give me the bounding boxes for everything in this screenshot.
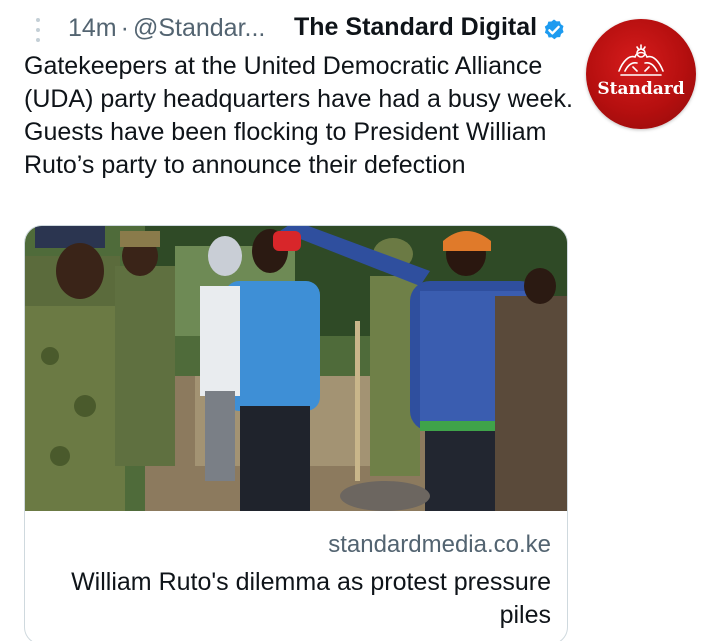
tweet-meta: 14m · @Standar...: [68, 14, 265, 43]
link-card[interactable]: standardmedia.co.ke William Ruto's dilem…: [24, 225, 568, 641]
tweet-text: Gatekeepers at the United Democratic All…: [24, 52, 573, 179]
meta-separator: ·: [120, 14, 129, 42]
card-domain: standardmedia.co.ke: [328, 531, 551, 558]
author-handle[interactable]: @Standar...: [133, 14, 265, 42]
more-options-icon[interactable]: [30, 18, 46, 42]
verified-badge-icon: [544, 19, 564, 40]
avatar-brand-text: Standard: [597, 79, 685, 99]
tweet[interactable]: 14m · @Standar... The Standard Digital Sta…: [0, 0, 718, 641]
card-title[interactable]: William Ruto's dilemma as protest pressu…: [39, 566, 551, 632]
standard-crest-logo-icon: [618, 44, 664, 76]
author-display-name[interactable]: The Standard Digital: [294, 13, 537, 42]
author-avatar[interactable]: Standard: [586, 19, 696, 129]
protest-crowd-photo-icon: [25, 226, 567, 511]
timestamp[interactable]: 14m: [68, 14, 117, 42]
card-image[interactable]: [25, 226, 567, 511]
